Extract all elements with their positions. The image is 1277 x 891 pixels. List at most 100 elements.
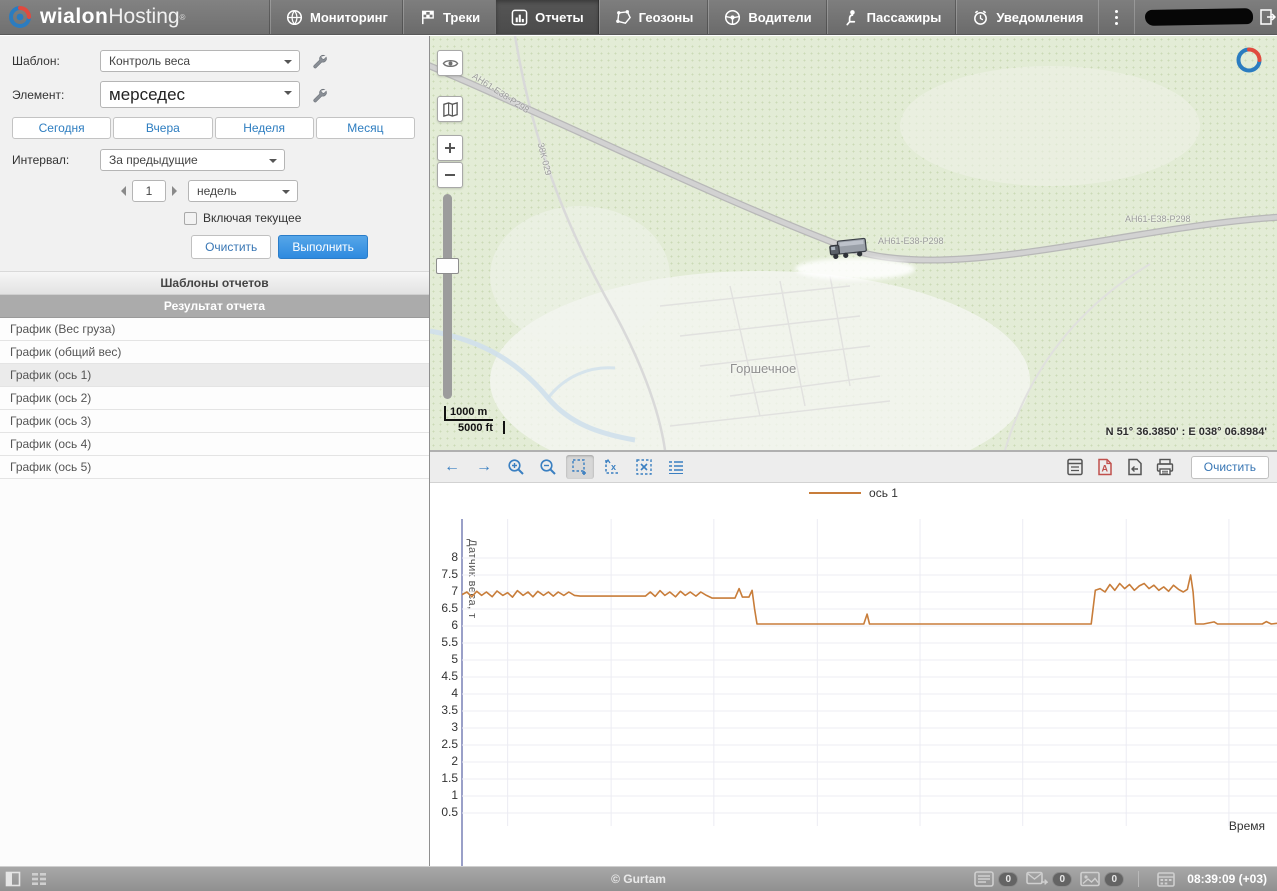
map-layers-button[interactable] [437,96,463,122]
chart-x-axis-zoom-button[interactable]: x [598,455,626,479]
range-week-button[interactable]: Неделя [215,117,314,139]
logout-icon[interactable] [1259,8,1277,26]
folded-map-icon [442,101,459,118]
interval-count-input[interactable] [132,180,166,202]
tab-geofences[interactable]: Геозоны [599,0,709,34]
kebab-menu-icon [1115,16,1118,19]
execute-report-button[interactable]: Выполнить [278,235,368,259]
collapse-panel-button[interactable] [0,867,26,891]
flag-icon [419,9,436,26]
result-item-axle-5[interactable]: График (ось 5) [0,456,429,479]
print-icon[interactable] [1155,457,1175,477]
interval-stepper: недель [116,180,417,202]
town-label: Горшечное [730,361,796,376]
section-report-result[interactable]: Результат отчета [0,295,429,318]
chart-zoom-in-button[interactable] [502,455,530,479]
chart-forward-button[interactable]: → [470,455,498,479]
report-chart-icon [511,9,528,26]
range-month-button[interactable]: Месяц [316,117,415,139]
range-yesterday-button[interactable]: Вчера [113,117,212,139]
template-wrench-icon[interactable] [310,52,328,70]
report-rows-icon [974,871,994,887]
zoom-out-button[interactable] [437,162,463,188]
zoom-slider-track[interactable] [443,194,452,399]
chart-legend-button[interactable] [662,455,690,479]
user-menu[interactable] [1134,0,1277,34]
truck-marker[interactable] [827,234,871,262]
svg-text:A: A [1101,464,1108,474]
status-bar: © Gurtam 0 0 0 08:39:09 (+03) [0,866,1277,891]
road-label-center: АН61-Е38-Р298 [878,236,944,246]
chart-x-axis-title: Время [1229,819,1265,833]
tab-passengers[interactable]: Пассажиры [827,0,957,34]
result-item-axle-4[interactable]: График (ось 4) [0,433,429,456]
plus-icon [443,141,457,155]
chart-zoom-out-button[interactable] [534,455,562,479]
map-view[interactable]: АН61-Е38-Р298 38К-029 АН61-Е38-Р298 АН61… [430,36,1277,450]
media-indicator[interactable]: 0 [1080,871,1124,887]
visibility-eye-button[interactable] [437,50,463,76]
cursor-coordinates: N 51° 36.3850' : E 038° 06.8984' [1106,426,1267,438]
result-item-total-weight[interactable]: График (общий вес) [0,341,429,364]
report-controls: Шаблон: Контроль веса Элемент: мерседес … [0,36,429,272]
template-label: Шаблон: [12,54,100,68]
chart-clear-button[interactable]: Очистить [1191,456,1269,479]
unit-wrench-icon[interactable] [310,86,328,104]
interval-unit-select[interactable]: недель [188,180,298,202]
eye-icon [442,55,459,72]
result-item-cargo-weight[interactable]: График (Вес груза) [0,318,429,341]
map-scale: 1000 m 5000 ft [444,406,505,434]
messages-indicator[interactable]: 0 [1026,871,1072,887]
bottom-grid-button[interactable] [26,867,52,891]
road-label-right: АН61-Е38-Р298 [1125,214,1191,224]
tab-tracks-label: Треки [443,10,480,25]
reports-count-badge: 0 [998,872,1018,887]
decrement-arrow-icon[interactable] [116,186,126,196]
more-menu-button[interactable] [1098,0,1134,34]
include-current-checkbox[interactable] [184,212,197,225]
unit-select[interactable]: мерседес [100,81,300,108]
tab-reports[interactable]: Отчеты [495,0,599,34]
tab-tracks[interactable]: Треки [403,0,495,34]
zoom-in-button[interactable] [437,135,463,161]
export-file-icon[interactable] [1125,457,1145,477]
chart-toolbar: ← → x A [430,452,1277,483]
chart-marquee-zoom-button[interactable] [566,455,594,479]
interval-type-value: За предыдущие [109,153,198,167]
brand-word-1: wialon [40,5,108,29]
tab-notifications[interactable]: Уведомления [956,0,1098,34]
include-current-row: Включая текущее [184,211,417,225]
unit-select-value: мерседес [109,85,185,105]
wialon-app: wialonHosting® Мониторинг Треки Отчеты Г… [0,0,1277,891]
clear-report-button[interactable]: Очистить [191,235,271,259]
interval-label: Интервал: [12,153,100,167]
brand-word-2: Hosting [108,5,179,29]
tab-drivers-label: Водители [748,10,811,25]
range-today-button[interactable]: Сегодня [12,117,111,139]
interval-type-select[interactable]: За предыдущие [100,149,285,171]
export-table-icon[interactable] [1065,457,1085,477]
unit-label: Элемент: [12,88,100,102]
calendar-button[interactable] [1153,867,1179,891]
section-report-templates[interactable]: Шаблоны отчетов [0,272,429,295]
result-item-axle-3[interactable]: График (ось 3) [0,410,429,433]
result-item-axle-1[interactable]: График (ось 1) [0,364,429,387]
increment-arrow-icon[interactable] [172,186,182,196]
result-item-axle-2[interactable]: График (ось 2) [0,387,429,410]
tab-reports-label: Отчеты [535,10,584,25]
tab-drivers[interactable]: Водители [708,0,826,34]
chart-plot-area[interactable]: ось 1 Датчик веса, т 0.511.522.533.544.5… [430,483,1277,867]
tab-monitoring[interactable]: Мониторинг [270,0,403,34]
zoom-slider-handle[interactable] [436,258,459,274]
reports-queue-indicator[interactable]: 0 [974,871,1018,887]
export-pdf-icon[interactable]: A [1095,457,1115,477]
chart-fit-button[interactable] [630,455,658,479]
chart-plot[interactable] [462,519,1277,826]
chart-back-button[interactable]: ← [438,455,466,479]
messages-count-badge: 0 [1052,872,1072,887]
legend-series-label: ось 1 [869,486,898,500]
wialon-watermark-icon [1235,46,1263,74]
brand-logo[interactable]: wialonHosting® [0,0,270,34]
user-name-redacted [1145,8,1253,26]
template-select[interactable]: Контроль веса [100,50,300,72]
